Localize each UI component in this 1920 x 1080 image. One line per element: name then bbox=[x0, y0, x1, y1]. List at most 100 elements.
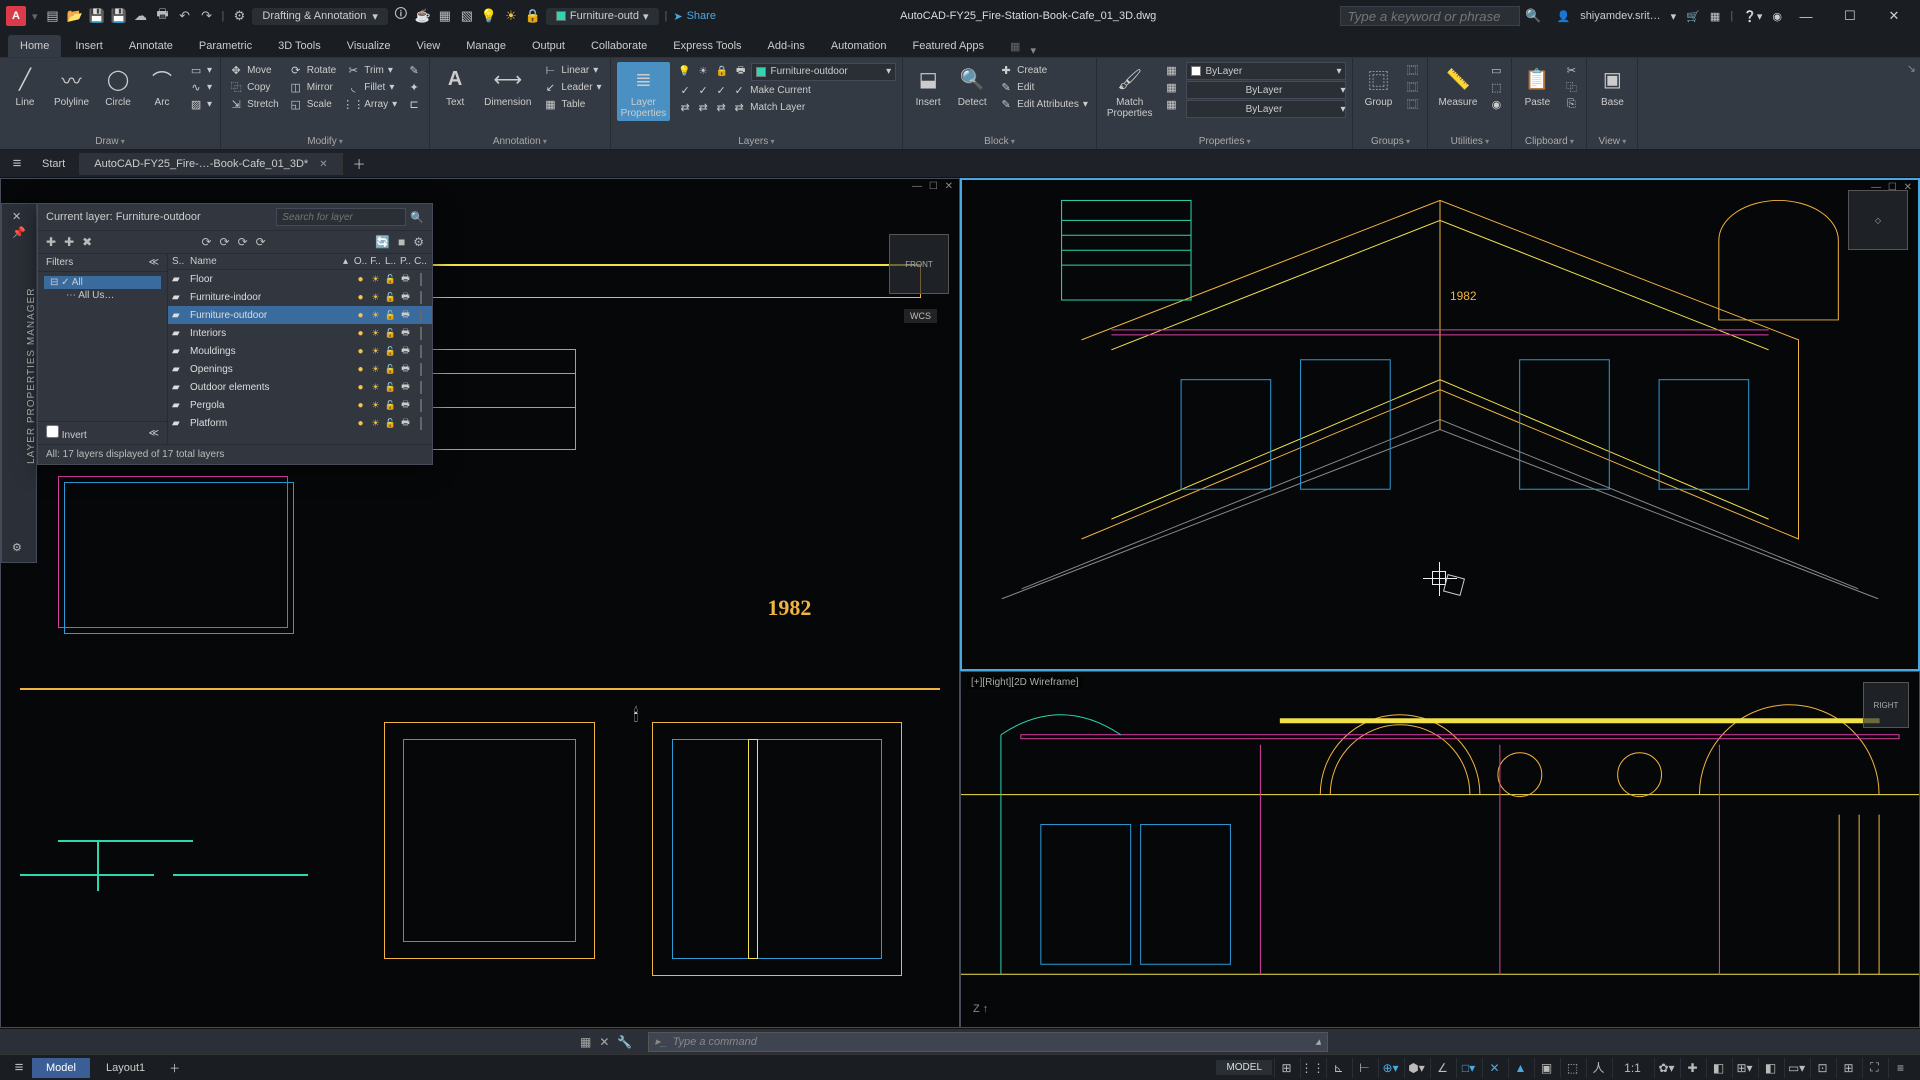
qat-saveas-icon[interactable]: 💾 bbox=[110, 7, 128, 25]
col-plot[interactable]: P.. bbox=[398, 256, 413, 267]
close-icon[interactable]: ✕ bbox=[12, 210, 21, 223]
plot-icon[interactable]: 🖶 bbox=[398, 307, 413, 323]
layer-state-icon[interactable]: ⟳ bbox=[238, 235, 248, 249]
table-button[interactable]: ▦Table bbox=[541, 96, 603, 112]
circle-button[interactable]: ◯Circle bbox=[99, 62, 137, 110]
viewport-right[interactable]: [+][Right][2D Wireframe] bbox=[960, 671, 1920, 1028]
lwt-icon[interactable]: ▲ bbox=[1508, 1058, 1532, 1078]
prop-tool[interactable]: ▦ bbox=[1162, 62, 1180, 78]
bulb-icon[interactable]: ● bbox=[353, 310, 368, 321]
group-tool[interactable]: ⿴ bbox=[1403, 62, 1421, 78]
modelspace-toggle[interactable]: MODEL bbox=[1216, 1060, 1272, 1075]
bulb-icon[interactable]: ● bbox=[353, 382, 368, 393]
tab-addins[interactable]: Add-ins bbox=[756, 35, 817, 57]
group-tool[interactable]: ⿴ bbox=[1403, 79, 1421, 95]
array-button[interactable]: ⋮⋮Array ▾ bbox=[344, 96, 399, 112]
viewport-controls[interactable]: — ☐ ✕ bbox=[912, 181, 955, 192]
bulb-icon[interactable]: ● bbox=[353, 400, 368, 411]
viewport-iso[interactable]: — ☐ ✕ bbox=[960, 178, 1920, 671]
qat-icon[interactable]: ▦ bbox=[436, 7, 454, 25]
sun-icon[interactable]: ☀ bbox=[368, 310, 383, 321]
plot-icon[interactable]: 🖶 bbox=[398, 415, 413, 431]
draw-misc-button[interactable]: ▭▾ bbox=[187, 62, 214, 78]
color-swatch[interactable] bbox=[413, 292, 428, 303]
create-block-button[interactable]: ✚Create bbox=[997, 62, 1090, 78]
qat-icon[interactable]: 🛈 bbox=[392, 7, 410, 25]
transparency-icon[interactable]: ▣ bbox=[1534, 1058, 1558, 1078]
layer-row[interactable]: ▰ Furniture-indoor ● ☀ 🔓 🖶 bbox=[168, 288, 432, 306]
offset-button[interactable]: ⊏ bbox=[405, 96, 423, 112]
viewport-front[interactable]: — ☐ ✕ 1982 🕯 FRONT WCS ✕ bbox=[0, 178, 960, 1028]
layer-row[interactable]: ▰ Pergola ● ☀ 🔓 🖶 bbox=[168, 396, 432, 414]
layer-row[interactable]: ▰ Mouldings ● ☀ 🔓 🖶 bbox=[168, 342, 432, 360]
draw-misc-button[interactable]: ∿▾ bbox=[187, 79, 214, 95]
prop-tool[interactable]: ▦ bbox=[1162, 79, 1180, 95]
maximize-button[interactable]: ☐ bbox=[1830, 0, 1870, 32]
help-search-input[interactable] bbox=[1340, 6, 1520, 26]
tab-3dtools[interactable]: 3D Tools bbox=[266, 35, 333, 57]
user-icon[interactable]: 👤 bbox=[1556, 10, 1570, 23]
sun-icon[interactable]: ☀ bbox=[368, 274, 383, 285]
panel-clipboard-title[interactable]: Clipboard bbox=[1518, 134, 1580, 149]
otrack-icon[interactable]: ✕ bbox=[1482, 1058, 1506, 1078]
collapse-icon[interactable]: ≪ bbox=[149, 257, 159, 268]
sun-icon[interactable]: ☀ bbox=[368, 364, 383, 375]
color-swatch[interactable] bbox=[413, 310, 428, 321]
cmd-close-icon[interactable]: ✕ bbox=[599, 1035, 609, 1049]
insert-button[interactable]: ⬓Insert bbox=[909, 62, 947, 110]
plot-icon[interactable]: 🖶 bbox=[398, 397, 413, 413]
color-swatch[interactable] bbox=[413, 274, 428, 285]
layer-tool-icon[interactable]: 🔒 bbox=[714, 65, 730, 78]
lock-icon[interactable]: 🔓 bbox=[383, 274, 398, 285]
prop-tool[interactable]: ▦ bbox=[1162, 96, 1180, 112]
scale-button[interactable]: ◱Scale bbox=[287, 96, 338, 112]
osnap3d-icon[interactable]: □▾ bbox=[1456, 1058, 1480, 1078]
app-logo[interactable]: A bbox=[6, 6, 26, 26]
new-tab-button[interactable]: ＋ bbox=[343, 149, 376, 178]
sun-icon[interactable]: ☀ bbox=[368, 400, 383, 411]
bulb-icon[interactable]: ● bbox=[353, 346, 368, 357]
username[interactable]: shiyamdev.srit… bbox=[1580, 10, 1660, 22]
ortho-icon[interactable]: ⊢ bbox=[1352, 1058, 1376, 1078]
panel-utilities-title[interactable]: Utilities bbox=[1434, 134, 1505, 149]
panel-view-title[interactable]: View bbox=[1593, 134, 1631, 149]
plot-icon[interactable]: 🖶 bbox=[398, 271, 413, 287]
close-tab-icon[interactable]: ✕ bbox=[319, 159, 327, 170]
tab-automation[interactable]: Automation bbox=[819, 35, 899, 57]
erase-button[interactable]: ✎ bbox=[405, 62, 423, 78]
color-swatch[interactable] bbox=[413, 418, 428, 429]
group-button[interactable]: ⿴Group bbox=[1359, 62, 1397, 110]
col-freeze[interactable]: F.. bbox=[368, 256, 383, 267]
linetype-combo[interactable]: ByLayer▾ bbox=[1186, 100, 1346, 118]
match-layer-button[interactable]: ⇄⇄⇄⇄ Match Layer bbox=[676, 99, 896, 115]
layer-quick-combo[interactable]: Furniture-outd ▾ bbox=[546, 8, 659, 25]
tab-manage[interactable]: Manage bbox=[454, 35, 518, 57]
draw-misc-button[interactable]: ▨▾ bbox=[187, 96, 214, 112]
bulb-icon[interactable]: ● bbox=[353, 292, 368, 303]
layer-tool-icon[interactable]: ☀ bbox=[697, 65, 710, 78]
sun-icon[interactable]: ☀ bbox=[368, 292, 383, 303]
layer-row[interactable]: ▰ Outdoor elements ● ☀ 🔓 🖶 bbox=[168, 378, 432, 396]
start-tab[interactable]: Start bbox=[28, 153, 80, 175]
plot-icon[interactable]: 🖶 bbox=[398, 289, 413, 305]
file-tabs-menu-icon[interactable]: ≡ bbox=[6, 153, 28, 175]
plot-icon[interactable]: 🖶 bbox=[398, 379, 413, 395]
edit-attributes-button[interactable]: ✎Edit Attributes ▾ bbox=[997, 96, 1090, 112]
layout-menu-icon[interactable]: ≡ bbox=[8, 1057, 30, 1079]
panel-layers-title[interactable]: Layers bbox=[617, 134, 897, 149]
workspace-icon[interactable]: ✚ bbox=[1680, 1058, 1704, 1078]
color-swatch[interactable] bbox=[413, 346, 428, 357]
cycling-icon[interactable]: ⬚ bbox=[1560, 1058, 1584, 1078]
minimize-button[interactable]: — bbox=[1786, 0, 1826, 32]
model-tab[interactable]: Model bbox=[32, 1058, 90, 1078]
viewcube[interactable]: RIGHT bbox=[1863, 682, 1909, 728]
match-properties-button[interactable]: 🖌Match Properties bbox=[1103, 62, 1157, 121]
tab-visualize[interactable]: Visualize bbox=[335, 35, 403, 57]
col-color[interactable]: C.. bbox=[413, 256, 428, 267]
lock-icon[interactable]: 🔓 bbox=[383, 400, 398, 411]
layer-row[interactable]: ▰ Furniture-outdoor ● ☀ 🔓 🖶 bbox=[168, 306, 432, 324]
panel-properties-title[interactable]: Properties bbox=[1103, 134, 1347, 149]
layer-row[interactable]: ▰ Floor ● ☀ 🔓 🖶 bbox=[168, 270, 432, 288]
viewport-controls[interactable]: — ☐ ✕ bbox=[1871, 182, 1914, 193]
leader-button[interactable]: ↙Leader ▾ bbox=[541, 79, 603, 95]
